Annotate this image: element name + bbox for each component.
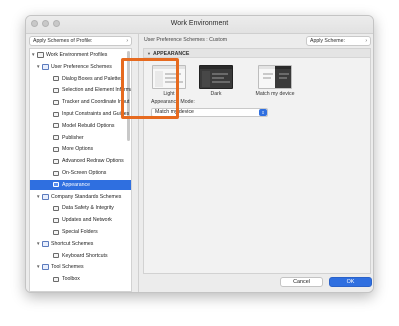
auto-theme-thumbnail[interactable]: [258, 65, 292, 89]
tree-item-label: Model Rebuild Options: [62, 122, 115, 129]
data-safety-icon: [53, 205, 59, 211]
section-title: APPEARANCE: [152, 51, 190, 57]
folder-icon: [42, 264, 49, 271]
dialog-icon: [53, 76, 59, 82]
tree-item-label: Toolbox: [62, 276, 80, 283]
disclosure-triangle-icon[interactable]: ▼: [31, 50, 35, 60]
ok-button[interactable]: OK: [329, 277, 372, 287]
tree-item[interactable]: Data Safety & Integrity: [30, 203, 131, 213]
profiles-icon: [37, 52, 44, 58]
tree-item[interactable]: ▼ Company Standards Schemes: [30, 192, 131, 202]
tree-item[interactable]: Dialog Boxes and Palettes: [30, 74, 131, 84]
chevron-icon: ›: [365, 38, 367, 44]
tree-item[interactable]: Input Constraints and Guides: [30, 109, 131, 119]
folder-icon: [42, 63, 49, 70]
tree-item-label: More Options: [62, 146, 94, 153]
disclosure-triangle-icon[interactable]: ▼: [36, 192, 40, 202]
tree-item[interactable]: Appearance: [30, 179, 131, 190]
window-title: Work Environment: [170, 20, 229, 27]
apply-profile-label: Apply Schemes of Profile:: [33, 38, 93, 44]
appearance-icon: [53, 182, 59, 188]
disclosure-triangle-icon: ▼: [147, 51, 151, 56]
tree-item[interactable]: Updates and Network: [30, 215, 131, 225]
cancel-button[interactable]: Cancel: [280, 277, 323, 287]
tree-item-label: Updates and Network: [62, 217, 112, 224]
tree-item-label: Input Constraints and Guides: [62, 111, 130, 117]
tree-item[interactable]: Model Rebuild Options: [30, 121, 131, 131]
tree-item-label: Appearance: [62, 181, 90, 188]
network-icon: [53, 217, 59, 223]
special-folders-icon: [53, 229, 59, 235]
tree-item-label: Publisher: [62, 134, 84, 141]
apply-scheme-label: Apply Scheme:: [310, 38, 345, 44]
redraw-icon: [53, 158, 59, 164]
tree-item-label: Company Standards Schemes: [51, 193, 122, 200]
tracker-icon: [53, 99, 59, 105]
tree-item-label: Data Safety & Integrity: [62, 205, 114, 212]
tree-item-label: Special Folders: [62, 229, 98, 235]
tree-item[interactable]: Toolbox: [30, 274, 131, 284]
work-environment-window: Work Environment Apply Schemes of Profil…: [25, 15, 374, 293]
selection-highlight: [121, 58, 179, 119]
tree-item[interactable]: ▼ User Preference Schemes: [30, 62, 131, 72]
disclosure-triangle-icon[interactable]: ▼: [36, 62, 40, 72]
tree-item[interactable]: Advanced Redraw Options: [30, 156, 131, 166]
toolbox-icon: [53, 276, 59, 282]
tree-item[interactable]: Tracker and Coordinate Input: [30, 97, 131, 107]
folder-icon: [42, 240, 49, 247]
tree-item-label: On-Screen Options: [62, 170, 107, 176]
onscreen-icon: [53, 170, 59, 176]
apply-scheme-popup[interactable]: Apply Scheme: ›: [306, 36, 371, 46]
options-icon: [53, 146, 59, 152]
tree-item[interactable]: ▼ Shortcut Schemes: [30, 239, 131, 249]
disclosure-triangle-icon[interactable]: ▼: [36, 239, 40, 249]
tree-item-label: Shortcut Schemes: [51, 240, 94, 247]
dark-theme-thumbnail[interactable]: [199, 65, 233, 89]
rebuild-icon: [53, 123, 59, 129]
title-bar: Work Environment: [26, 16, 373, 34]
dark-option-label: Dark: [210, 91, 222, 97]
keyboard-icon: [53, 253, 59, 259]
chevron-icon: ›: [126, 38, 128, 44]
tree-item-label: Work Environment Profiles: [46, 52, 108, 58]
selection-icon: [53, 87, 59, 93]
tree-item[interactable]: Selection and Element Information: [30, 85, 131, 95]
updown-chevron-icon: ⇕: [259, 109, 267, 116]
scheme-label: User Preference Schemes : Custom: [144, 37, 228, 43]
tree-item-label: Tracker and Coordinate Input: [62, 99, 130, 106]
disclosure-triangle-icon[interactable]: ▼: [36, 262, 40, 272]
match-device-option-label: Match my device: [255, 91, 295, 97]
folder-icon: [42, 193, 49, 200]
tree-item-label: Dialog Boxes and Palettes: [62, 75, 123, 82]
tree-item-label: Keyboard Shortcuts: [62, 252, 108, 259]
tree-item-label: Advanced Redraw Options: [62, 158, 124, 165]
tree-item[interactable]: On-Screen Options: [30, 168, 131, 178]
tree-item-label: Tool Schemes: [51, 264, 84, 271]
tree-item[interactable]: ▼ Work Environment Profiles: [30, 50, 131, 60]
tree-item[interactable]: Publisher: [30, 133, 131, 143]
tree-item-label: User Preference Schemes: [51, 63, 112, 70]
appearance-section-header[interactable]: ▼ APPEARANCE: [144, 49, 370, 58]
apply-profile-popup[interactable]: Apply Schemes of Profile: ›: [29, 36, 132, 46]
tree-item[interactable]: Keyboard Shortcuts: [30, 251, 131, 261]
publisher-icon: [53, 135, 59, 141]
settings-tree: ▼ Work Environment Profiles ▼ User Preferen…: [29, 48, 132, 292]
tree-item[interactable]: Special Folders: [30, 227, 131, 237]
tree-item[interactable]: More Options: [30, 144, 131, 154]
constraints-icon: [53, 111, 59, 117]
tree-item[interactable]: ▼ Tool Schemes: [30, 262, 131, 272]
